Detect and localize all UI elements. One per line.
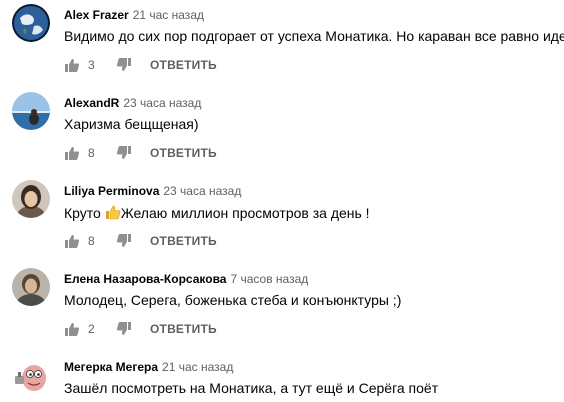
comment-time[interactable]: 7 часов назад [230,272,308,286]
comment-item: Alex Frazer 21 час назад Видимо до сих по… [0,0,564,88]
woman-avatar-icon [12,180,50,218]
avatar[interactable] [12,180,50,218]
comment-text: Зашёл посмотреть на Монатика, а тут ещё … [64,380,439,396]
comment-actions: 2 ОТВЕТИТЬ [64,320,217,338]
reply-button[interactable]: ОТВЕТИТЬ [150,234,217,248]
author-name[interactable]: Liliya Perminova [64,184,159,198]
avatar[interactable] [12,356,50,394]
thumbs-down-icon[interactable] [116,233,132,249]
comment-text: Видимо до сих пор подгорает от успеха Мо… [64,28,564,44]
comment-time[interactable]: 21 час назад [162,360,233,374]
comment-actions: 8 ОТВЕТИТЬ [64,144,217,162]
thumbs-up-icon[interactable] [64,233,80,249]
thumbs-up-icon[interactable] [64,321,80,337]
reply-button[interactable]: ОТВЕТИТЬ [150,322,217,336]
like-count: 2 [88,322,95,336]
reply-button[interactable]: ОТВЕТИТЬ [150,146,217,160]
thumbs-up-icon[interactable] [64,57,80,73]
like-count: 8 [88,234,95,248]
comment-item: Liliya Perminova 23 часа назад Круто Жела… [0,176,564,264]
woman-avatar-icon [12,268,50,306]
sea-avatar-icon [12,92,50,130]
comment-item: AlexandR 23 часа назад Харизма бещщеная) … [0,88,564,176]
comment-header: Мегерка Мегера 21 час назад [64,360,233,374]
reply-button[interactable]: ОТВЕТИТЬ [150,58,217,72]
author-name[interactable]: Елена Назарова-Корсакова [64,272,226,286]
comment-header: Liliya Perminova 23 часа назад [64,184,241,198]
thumbs-up-icon[interactable] [64,145,80,161]
comment-time[interactable]: 21 час назад [133,8,204,22]
thumbs-down-icon[interactable] [116,145,132,161]
comment-item: Елена Назарова-Корсакова 7 часов назад Мо… [0,264,564,352]
like-count: 8 [88,146,95,160]
comment-text-start: Круто [64,205,105,221]
comment-header: Alex Frazer 21 час назад [64,8,204,22]
avatar[interactable] [12,268,50,306]
thumbs-down-icon[interactable] [116,321,132,337]
author-name[interactable]: AlexandR [64,96,119,110]
author-name[interactable]: Мегерка Мегера [64,360,158,374]
comment-header: AlexandR 23 часа назад [64,96,201,110]
avatar[interactable] [12,4,50,42]
avatar[interactable] [12,92,50,130]
thumbs-up-emoji-icon [105,204,121,220]
cartoon-avatar-icon [12,356,50,394]
thumbs-down-icon[interactable] [116,57,132,73]
comment-time[interactable]: 23 часа назад [123,96,201,110]
earth-avatar-icon [12,4,50,42]
comment-text: Харизма бещщеная) [64,116,199,132]
author-name[interactable]: Alex Frazer [64,8,129,22]
comment-item: Мегерка Мегера 21 час назад Зашёл посмотр… [0,352,564,402]
comment-text: Круто Желаю миллион просмотров за день ! [64,204,370,221]
comment-text-end: Желаю миллион просмотров за день ! [120,205,370,221]
comment-actions: 3 ОТВЕТИТЬ [64,56,217,74]
comment-header: Елена Назарова-Корсакова 7 часов назад [64,272,308,286]
like-count: 3 [88,58,95,72]
comment-time[interactable]: 23 часа назад [163,184,241,198]
comment-actions: 8 ОТВЕТИТЬ [64,232,217,250]
comment-text: Молодец, Серега, боженька стеба и конъюн… [64,292,402,308]
